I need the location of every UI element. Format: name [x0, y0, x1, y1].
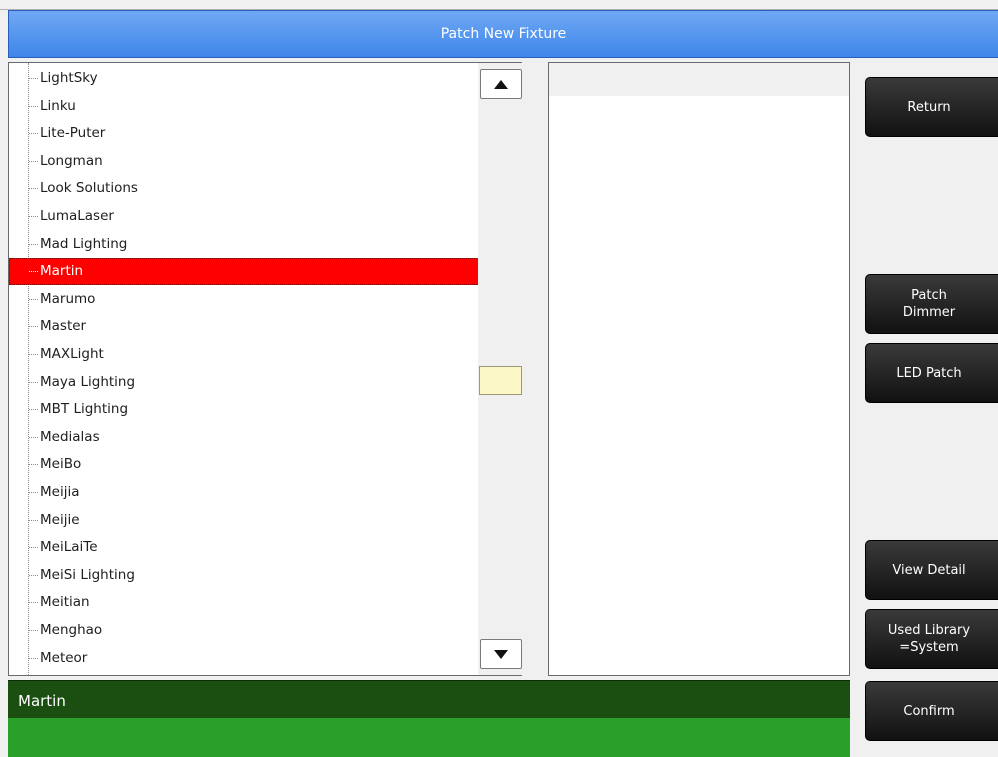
fixture-list-header [549, 63, 849, 96]
tree-branch-tick [29, 409, 38, 411]
tree-branch-tick [29, 354, 38, 355]
tree-item-label: MeiLaiTe [40, 539, 98, 556]
tree-item-meitian[interactable]: Meitian [9, 589, 478, 616]
tree-item-longman[interactable]: Longman [9, 148, 478, 175]
tree-item-look-solutions[interactable]: Look Solutions [9, 175, 478, 202]
tree-item-mad-lighting[interactable]: Mad Lighting [9, 231, 478, 258]
tree-item-label: Meitian [40, 594, 90, 611]
fixture-list-panel[interactable] [548, 62, 850, 676]
tree-branch-tick [29, 436, 38, 438]
tree-branch-tick [29, 78, 38, 79]
tree-item-maya-lighting[interactable]: Maya Lighting [9, 369, 478, 396]
tree-branch-tick [29, 271, 38, 273]
tree-branch-tick [29, 243, 38, 245]
tree-branch-tick [29, 657, 38, 659]
tree-item-menghao[interactable]: Menghao [9, 617, 478, 644]
tree-item-lightsky[interactable]: LightSky [9, 65, 478, 92]
tree-item-linku[interactable]: Linku [9, 93, 478, 120]
manufacturer-tree[interactable]: LightSky Linku Lite-Puter Longman Look Solut… [8, 62, 478, 676]
tree-branch-tick [29, 298, 38, 300]
tree-branch-tick [29, 630, 38, 631]
tree-branch-tick [29, 602, 38, 604]
status-bar-green [8, 718, 850, 757]
tree-item-label: Maya Lighting [40, 373, 136, 390]
tree-item-master[interactable]: Master [9, 313, 478, 340]
tree-branch-tick [29, 464, 38, 466]
tree-item-label: Longman [40, 152, 103, 169]
tree-item-maxlight[interactable]: MAXLight [9, 341, 478, 368]
scroll-thumb[interactable] [479, 366, 522, 395]
tree-item-label: Meijie [40, 511, 80, 528]
used-library-button[interactable]: Used Library =System [865, 609, 998, 669]
tree-item-label: Meijia [40, 484, 80, 500]
triangle-down-icon [494, 649, 508, 659]
window-top-frame [0, 0, 998, 10]
tree-item-label: MeiSi Lighting [40, 566, 135, 583]
tree-item-lite-puter[interactable]: Lite-Puter [9, 120, 478, 147]
tree-item-label: Mad Lighting [40, 235, 128, 252]
manufacturer-scrollbar[interactable] [478, 62, 522, 676]
tree-item-meisi-lighting[interactable]: MeiSi Lighting [9, 562, 478, 589]
tree-item-meijie[interactable]: Meijie [9, 507, 478, 534]
scroll-down-button[interactable] [480, 639, 522, 669]
tree-item-label: Lite-Puter [40, 125, 106, 142]
tree-branch-tick [29, 574, 38, 576]
panel-gap [522, 62, 548, 676]
tree-item-label: Martin [40, 263, 84, 280]
tree-item-meilaite[interactable]: MeiLaiTe [9, 534, 478, 561]
tree-item-marumo[interactable]: Marumo [9, 286, 478, 313]
return-button[interactable]: Return [865, 77, 998, 137]
tree-item-label: MeiBo [40, 456, 82, 473]
patch-dimmer-button[interactable]: Patch Dimmer [865, 274, 998, 334]
tree-item-label: Medialas [40, 428, 100, 445]
tree-item-label: Master [40, 318, 87, 335]
tree-branch-tick [29, 519, 38, 521]
tree-branch-tick [29, 547, 38, 549]
tree-branch-tick [29, 492, 38, 493]
tree-item-label: MAXLight [40, 346, 104, 362]
tree-item-label: Linku [40, 97, 76, 114]
tree-branch-tick [29, 105, 38, 107]
tree-item-label: Menghao [40, 622, 103, 638]
tree-item-label: LightSky [40, 70, 98, 86]
tree-item-medialas[interactable]: Medialas [9, 424, 478, 451]
tree-item-label: LumaLaser [40, 208, 114, 224]
tree-branch-tick [29, 381, 38, 383]
tree-item-meteor[interactable]: Meteor [9, 645, 478, 672]
tree-branch-tick [29, 188, 38, 190]
tree-branch-tick [29, 160, 38, 162]
led-patch-button[interactable]: LED Patch [865, 343, 998, 403]
tree-branch-tick [29, 133, 38, 135]
tree-item-martin[interactable]: Martin [9, 258, 478, 286]
view-detail-button[interactable]: View Detail [865, 540, 998, 600]
tree-item-meibo[interactable]: MeiBo [9, 451, 478, 478]
tree-item-label: Marumo [40, 290, 96, 307]
tree-item-label: MBT Lighting [40, 401, 129, 418]
selected-manufacturer-status: Martin [8, 680, 850, 718]
tree-item-label: Look Solutions [40, 180, 138, 197]
triangle-up-icon [494, 79, 508, 89]
tree-item-lumalaser[interactable]: LumaLaser [9, 203, 478, 230]
tree-branch-tick [29, 216, 38, 217]
tree-branch-tick [29, 326, 38, 328]
scroll-up-button[interactable] [480, 69, 522, 99]
tree-item-label: Meteor [40, 649, 88, 666]
tree-item-meijia[interactable]: Meijia [9, 479, 478, 506]
tree-item-mbt-lighting[interactable]: MBT Lighting [9, 396, 478, 423]
window-title: Patch New Fixture [8, 10, 998, 58]
confirm-button[interactable]: Confirm [865, 681, 998, 741]
